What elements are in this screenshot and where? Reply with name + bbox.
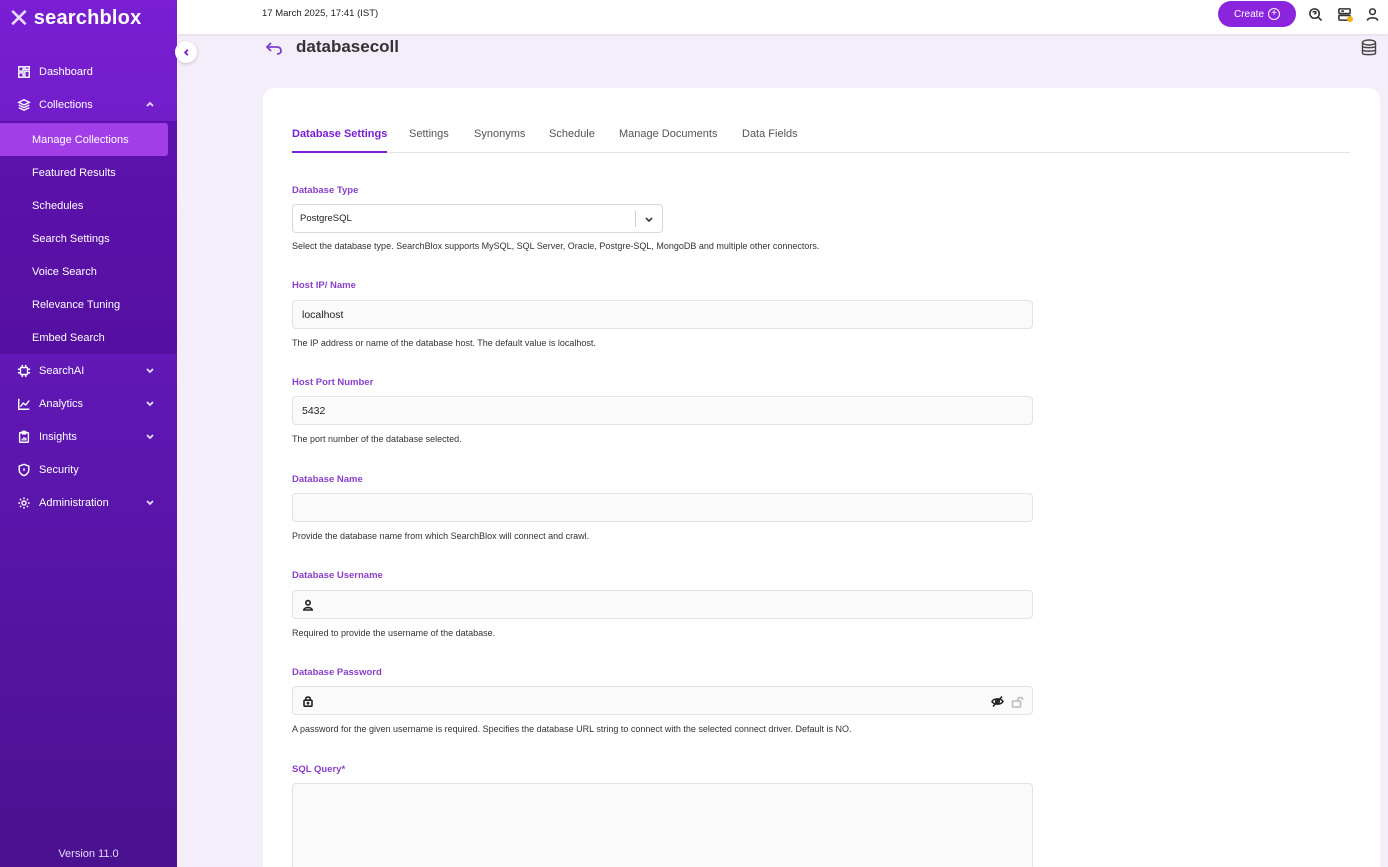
database-name-help: Provide the database name from which Sea… bbox=[292, 531, 590, 541]
sidebar-item-embed-search[interactable]: Embed Search bbox=[0, 321, 177, 354]
database-type-value: PostgreSQL bbox=[300, 213, 352, 224]
user-profile-icon[interactable] bbox=[1364, 6, 1380, 22]
sidebar-item-insights[interactable]: Insights bbox=[0, 420, 177, 453]
version-label: Version 11.0 bbox=[58, 848, 119, 860]
chevron-left-icon bbox=[183, 48, 188, 56]
server-status-icon[interactable] bbox=[1336, 6, 1353, 22]
sidebar-item-label: SearchAI bbox=[39, 364, 85, 377]
shield-icon bbox=[16, 462, 32, 478]
sidebar-item-dashboard[interactable]: Dashboard bbox=[0, 55, 177, 88]
chevron-down-icon bbox=[145, 365, 155, 375]
sidebar-item-voice-search[interactable]: Voice Search bbox=[0, 255, 177, 288]
back-arrow-icon[interactable] bbox=[265, 40, 283, 56]
username-input[interactable] bbox=[292, 590, 1033, 619]
sql-query-textarea[interactable] bbox=[292, 783, 1033, 867]
chip-icon bbox=[16, 363, 32, 379]
logo[interactable]: ✕ searchblox bbox=[0, 0, 177, 36]
tab-data-fields[interactable]: Data Fields bbox=[742, 128, 798, 153]
gear-icon bbox=[16, 495, 32, 511]
database-type-label: Database Type bbox=[292, 185, 359, 196]
top-bar: 17 March 2025, 17:41 (IST) Create + bbox=[177, 0, 1388, 34]
sidebar-item-label: Dashboard bbox=[39, 65, 93, 78]
tab-database-settings[interactable]: Database Settings bbox=[292, 128, 388, 153]
sql-query-label: SQL Query* bbox=[292, 764, 346, 775]
dashboard-icon bbox=[16, 64, 32, 80]
sidebar-item-searchai[interactable]: SearchAI bbox=[0, 354, 177, 387]
database-name-label: Database Name bbox=[292, 474, 363, 485]
select-separator bbox=[635, 211, 636, 227]
page-title: databasecoll bbox=[296, 37, 399, 56]
clipboard-icon bbox=[16, 429, 32, 445]
sidebar-item-schedules[interactable]: Schedules bbox=[0, 189, 177, 222]
database-type-help: Select the database type. SearchBlox sup… bbox=[292, 241, 820, 251]
eye-off-icon[interactable] bbox=[991, 695, 1004, 708]
collections-submenu: Manage Collections Featured Results Sche… bbox=[0, 121, 177, 354]
create-button[interactable]: Create + bbox=[1218, 1, 1296, 27]
tab-manage-documents[interactable]: Manage Documents bbox=[619, 128, 717, 153]
sidebar-item-collections[interactable]: Collections bbox=[0, 88, 177, 121]
searchblox-logo-icon: ✕ bbox=[8, 3, 30, 33]
username-label: Database Username bbox=[292, 570, 383, 581]
sidebar-item-administration[interactable]: Administration bbox=[0, 486, 177, 519]
database-type-select[interactable]: PostgreSQL bbox=[292, 204, 663, 233]
sidebar-item-analytics[interactable]: Analytics bbox=[0, 387, 177, 420]
tab-synonyms[interactable]: Synonyms bbox=[474, 128, 525, 153]
password-input[interactable] bbox=[292, 686, 1033, 715]
tab-schedule[interactable]: Schedule bbox=[549, 128, 595, 153]
brand-name: searchblox bbox=[33, 6, 142, 29]
sidebar-item-label: Analytics bbox=[39, 397, 84, 410]
settings-tabs: Database Settings Settings Synonyms Sche… bbox=[292, 124, 1350, 153]
sidebar-item-label: Insights bbox=[39, 430, 77, 443]
sidebar: ✕ searchblox Dashboard Collections Manag… bbox=[0, 0, 177, 867]
status-dot bbox=[1347, 16, 1353, 22]
current-datetime: 17 March 2025, 17:41 (IST) bbox=[262, 8, 379, 19]
sidebar-item-label: Security bbox=[39, 463, 79, 476]
password-help: A password for the given username is req… bbox=[292, 724, 852, 734]
unlock-icon[interactable] bbox=[1011, 695, 1024, 708]
port-help: The port number of the database selected… bbox=[292, 434, 462, 444]
collection-settings-card: Database Settings Settings Synonyms Sche… bbox=[263, 88, 1380, 867]
host-value: localhost bbox=[302, 308, 344, 321]
port-input[interactable]: 5432 bbox=[292, 396, 1033, 425]
sidebar-item-label: Collections bbox=[39, 98, 93, 111]
sidebar-item-label: Administration bbox=[39, 496, 109, 509]
sidebar-item-featured-results[interactable]: Featured Results bbox=[0, 156, 177, 189]
sidebar-item-search-settings[interactable]: Search Settings bbox=[0, 222, 177, 255]
chevron-down-icon bbox=[145, 398, 155, 408]
chevron-down-icon bbox=[644, 214, 654, 224]
username-help: Required to provide the username of the … bbox=[292, 628, 496, 638]
sidebar-nav: Dashboard Collections Manage Collections… bbox=[0, 55, 177, 519]
database-icon[interactable] bbox=[1361, 39, 1377, 57]
sidebar-item-security[interactable]: Security bbox=[0, 453, 177, 486]
tab-settings[interactable]: Settings bbox=[409, 128, 449, 153]
lock-icon bbox=[302, 695, 314, 707]
chevron-down-icon bbox=[145, 497, 155, 507]
sidebar-item-manage-collections[interactable]: Manage Collections bbox=[0, 123, 168, 156]
collapse-sidebar-button[interactable] bbox=[175, 41, 197, 63]
port-value: 5432 bbox=[302, 404, 326, 417]
host-input[interactable]: localhost bbox=[292, 300, 1033, 329]
chart-icon bbox=[16, 396, 32, 412]
create-button-label: Create bbox=[1233, 8, 1264, 20]
chevron-down-icon bbox=[145, 431, 155, 441]
port-label: Host Port Number bbox=[292, 377, 374, 388]
user-icon bbox=[302, 599, 314, 611]
host-label: Host IP/ Name bbox=[292, 280, 356, 291]
plus-circle-icon: + bbox=[1268, 8, 1280, 20]
search-help-icon[interactable] bbox=[1307, 6, 1323, 22]
host-help: The IP address or name of the database h… bbox=[292, 338, 596, 348]
password-label: Database Password bbox=[292, 667, 382, 678]
database-name-input[interactable] bbox=[292, 493, 1033, 522]
chevron-up-icon bbox=[145, 99, 155, 109]
layers-icon bbox=[16, 97, 32, 113]
sidebar-item-relevance-tuning[interactable]: Relevance Tuning bbox=[0, 288, 177, 321]
